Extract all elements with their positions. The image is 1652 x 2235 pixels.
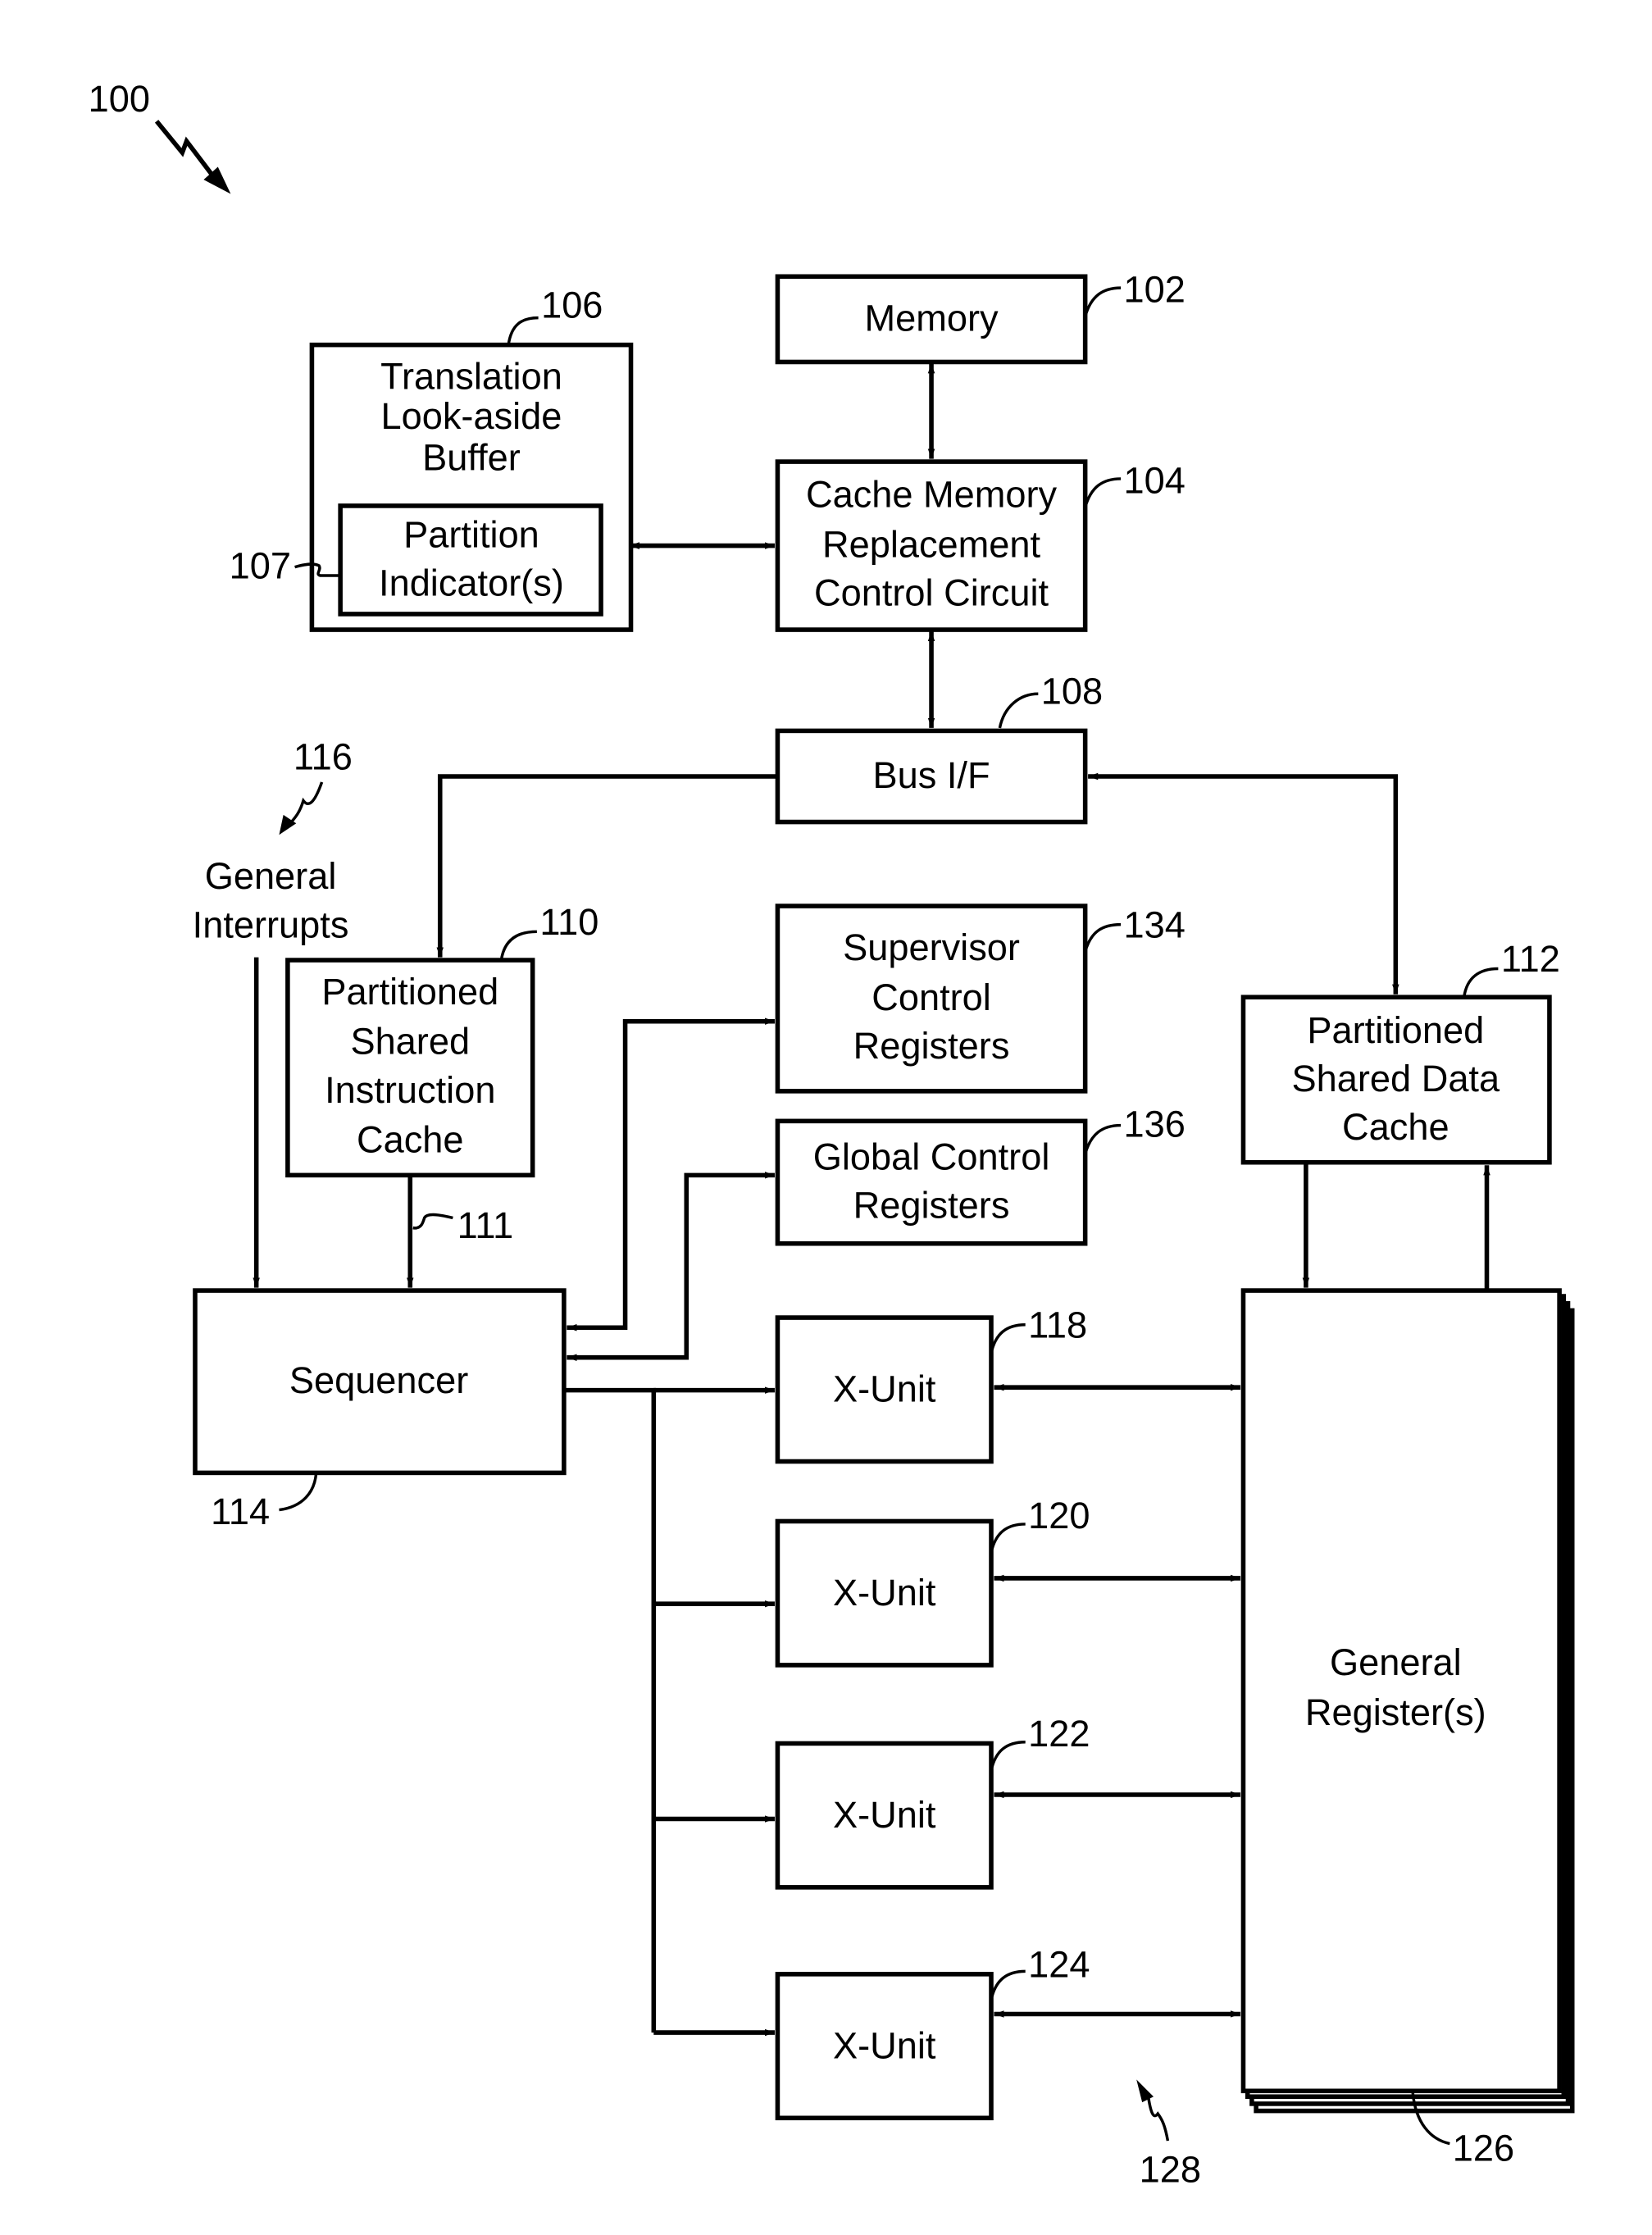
sequencer-ref-leader — [279, 1473, 318, 1512]
x-unit-label: X-Unit — [833, 1572, 936, 1614]
execution-group-ref-leader — [1146, 2093, 1170, 2142]
x-unit-ref: 122 — [1028, 1713, 1090, 1755]
icache-label-line1: Partitioned — [321, 971, 498, 1013]
dcache-label-line2: Shared Data — [1292, 1058, 1500, 1099]
partition-indicators-ref: 107 — [230, 545, 291, 587]
figure-ref-arrow-icon — [154, 120, 216, 179]
bus-if-ref-leader — [998, 692, 1039, 729]
cache-control-label-line3: Control Circuit — [814, 572, 1049, 614]
x-unit-ref-leader — [990, 1740, 1026, 1771]
interrupts-label-line2: Interrupts — [193, 904, 349, 945]
global-label-line2: Registers — [853, 1184, 1010, 1226]
bus-dcache-link — [1088, 772, 1399, 995]
partition-indicators-line2: Indicator(s) — [379, 562, 564, 603]
bus-interface-block[interactable]: Bus I/F — [775, 728, 1088, 825]
x-unit-block[interactable]: X-Unit — [775, 1972, 994, 2121]
tlb-label-line3: Buffer — [422, 437, 521, 479]
registers-ref: 126 — [1453, 2127, 1514, 2169]
global-control-registers-block[interactable]: Global Control Registers — [775, 1118, 1088, 1246]
interrupts-ref: 116 — [294, 735, 353, 777]
execution-group-ref-arrowhead-icon — [1136, 2079, 1154, 2103]
dcache-label-line3: Cache — [1342, 1106, 1449, 1148]
icache-label-line3: Instruction — [325, 1069, 495, 1111]
general-registers-stack[interactable]: General Register(s) — [1240, 1288, 1575, 2114]
partition-indicators-block[interactable]: Partition Indicator(s) — [338, 503, 603, 617]
figure-ref-label: 100 — [89, 78, 150, 120]
icache-path-ref-leader — [412, 1213, 453, 1230]
interrupts-ref-leader — [288, 781, 324, 826]
processor-block-diagram: 100 Memory 102 Cache Memory Replacement … — [89, 78, 1575, 2190]
global-label-line1: Global Control — [813, 1136, 1050, 1177]
x-unit-block[interactable]: X-Unit — [775, 1518, 994, 1668]
dcache-ref: 112 — [1501, 938, 1560, 980]
dcache-label-line1: Partitioned — [1307, 1009, 1484, 1051]
cache-control-ref-leader — [1083, 477, 1122, 508]
icache-path-ref: 111 — [457, 1204, 514, 1246]
x-unit-label: X-Unit — [833, 1368, 936, 1410]
global-ref: 136 — [1124, 1103, 1186, 1145]
tlb-label-line2: Look-aside — [381, 395, 562, 437]
x-unit-block[interactable]: X-Unit — [775, 1741, 994, 1890]
partition-indicators-line1: Partition — [403, 513, 539, 555]
x-unit-block[interactable]: X-Unit — [775, 1315, 994, 1464]
cache-control-label-line1: Cache Memory — [806, 474, 1058, 516]
icache-label-line4: Cache — [357, 1119, 464, 1161]
x-unit-ref: 124 — [1028, 1943, 1090, 1985]
tlb-label-line1: Translation — [380, 355, 562, 397]
memory-ref: 102 — [1124, 269, 1186, 311]
x-unit-ref: 120 — [1028, 1495, 1090, 1536]
bus-if-label: Bus I/F — [873, 754, 990, 796]
supervisor-label-line3: Registers — [853, 1025, 1010, 1067]
sequencer-block[interactable]: Sequencer — [193, 1288, 567, 1476]
figure-reference: 100 — [89, 78, 231, 194]
data-cache-block[interactable]: Partitioned Shared Data Cache — [1240, 995, 1552, 1165]
supervisor-label-line2: Control — [872, 976, 991, 1018]
supervisor-ref-leader — [1083, 922, 1122, 953]
memory-ref-leader — [1083, 286, 1122, 317]
registers-label-line2: Register(s) — [1305, 1691, 1486, 1733]
cache-control-ref: 104 — [1124, 459, 1186, 501]
x-unit-ref-leader — [990, 1323, 1026, 1354]
instruction-cache-block[interactable]: Partitioned Shared Instruction Cache — [285, 958, 535, 1178]
icache-ref: 110 — [539, 901, 598, 943]
x-unit-ref-leader — [990, 1969, 1026, 2001]
memory-label: Memory — [865, 297, 999, 339]
supervisor-control-registers-block[interactable]: Supervisor Control Registers — [775, 904, 1088, 1094]
cache-control-label-line2: Replacement — [822, 523, 1041, 565]
sequencer-label: Sequencer — [289, 1359, 468, 1401]
tlb-ref: 106 — [541, 284, 603, 326]
supervisor-label-line1: Supervisor — [843, 926, 1020, 968]
x-unit-ref: 118 — [1028, 1304, 1087, 1345]
sequencer-dispatch-trunk — [563, 1387, 657, 2033]
global-ref-leader — [1083, 1123, 1122, 1154]
interrupts-label-line1: General — [205, 855, 337, 897]
icache-ref-leader — [499, 930, 537, 961]
x-unit-label: X-Unit — [833, 2024, 936, 2066]
supervisor-ref: 134 — [1124, 904, 1186, 945]
bus-to-icache-link — [436, 774, 778, 958]
sequencer-global-link — [567, 1172, 775, 1361]
sequencer-ref: 114 — [211, 1491, 270, 1532]
x-unit-ref-leader — [990, 1523, 1026, 1554]
bus-if-ref: 108 — [1041, 670, 1103, 712]
execution-group-ref: 128 — [1140, 2148, 1201, 2190]
tlb-ref-leader — [507, 316, 539, 345]
icache-label-line2: Shared — [350, 1021, 470, 1063]
registers-label-line1: General — [1330, 1641, 1462, 1683]
x-unit-label: X-Unit — [833, 1794, 936, 1836]
memory-block[interactable]: Memory — [775, 274, 1088, 365]
dcache-ref-leader — [1462, 967, 1499, 998]
cache-replacement-control-block[interactable]: Cache Memory Replacement Control Circuit — [775, 459, 1088, 632]
